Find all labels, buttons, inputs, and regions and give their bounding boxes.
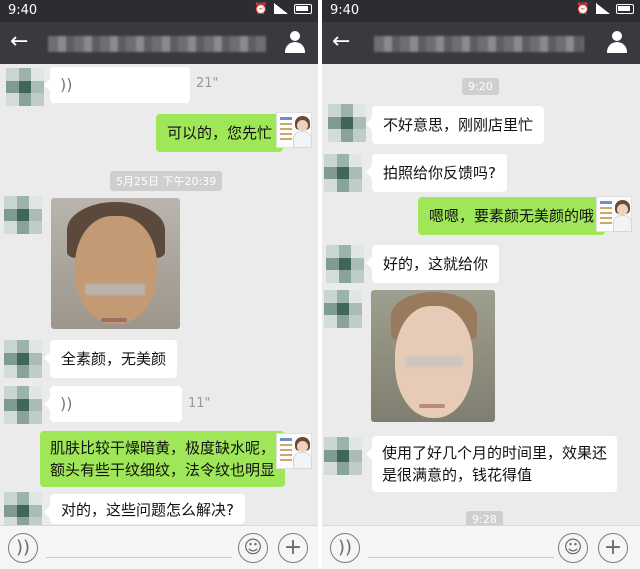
emoji-icon[interactable]: ☺ [238, 533, 268, 563]
contact-person-icon[interactable] [606, 31, 628, 53]
chat-input-bar: )) ☺ + [0, 525, 318, 569]
voice-duration: 11" [188, 396, 211, 411]
photo-message-before[interactable] [51, 198, 180, 329]
timestamp: 9:20 [462, 78, 499, 95]
status-bar: 9:40 ⏰ [0, 0, 318, 22]
incoming-message[interactable]: 拍照给你反馈吗? [366, 154, 507, 192]
message-line: 使用了好几个月的时间里，效果还 [382, 444, 608, 462]
incoming-message[interactable]: 好的，这就给你 [365, 245, 500, 283]
signal-icon [274, 3, 288, 14]
voice-duration: 21" [196, 76, 219, 91]
contact-avatar[interactable] [324, 154, 362, 192]
doctor-avatar[interactable] [596, 196, 632, 232]
contact-avatar[interactable] [6, 68, 44, 106]
timestamp: 5月25日 下午20:39 [110, 171, 223, 191]
contact-person-icon[interactable] [284, 31, 306, 53]
chat-title-bar: ← [322, 22, 640, 64]
contact-avatar[interactable] [324, 437, 362, 475]
voice-toggle-icon[interactable]: )) [8, 533, 38, 563]
message-line: 额头有些干纹细纹，法令纹也明显 [50, 461, 276, 479]
message-line: 肌肤比较干燥暗黄，极度缺水呢， [50, 439, 276, 457]
message-line: 是很满意的，钱花得值 [382, 466, 533, 484]
message-input[interactable] [368, 557, 554, 558]
incoming-message[interactable]: 使用了好几个月的时间里，效果还 是很满意的，钱花得值 [365, 436, 618, 492]
photo-message-after[interactable] [371, 290, 495, 422]
doctor-avatar[interactable] [276, 112, 312, 148]
status-time: 9:40 [330, 3, 360, 18]
plus-icon[interactable]: + [598, 533, 628, 563]
status-bar: 9:40 ⏰ [322, 0, 640, 22]
back-arrow-icon[interactable]: ← [332, 31, 350, 53]
voice-wave-icon: )) [60, 394, 73, 413]
plus-icon[interactable]: + [278, 533, 308, 563]
contact-avatar[interactable] [326, 245, 364, 283]
contact-avatar[interactable] [4, 196, 42, 234]
incoming-message[interactable]: 不好意思，刚刚店里忙 [365, 106, 545, 144]
signal-icon [596, 3, 610, 14]
status-time: 9:40 [8, 3, 38, 18]
chat-panel-right: 9:40 ⏰ ← 9:20 不好意思，刚刚店里忙 拍照给你反馈吗? 嗯嗯，要素颜… [322, 0, 640, 569]
chat-title-blurred [48, 36, 266, 52]
outgoing-message[interactable]: 嗯嗯，要素颜无美颜的哦 [418, 197, 612, 235]
contact-avatar[interactable] [324, 290, 362, 328]
chat-panel-left: 9:40 ⏰ ← )) 21" 可以的，您先忙 5月25日 下午20:39 全素… [0, 0, 318, 569]
battery-icon [294, 3, 312, 14]
message-input[interactable] [46, 557, 232, 558]
outgoing-message[interactable]: 可以的，您先忙 [156, 114, 290, 152]
contact-avatar[interactable] [328, 104, 366, 142]
voice-message[interactable]: )) [44, 67, 190, 103]
voice-toggle-icon[interactable]: )) [330, 533, 360, 563]
outgoing-message[interactable]: 肌肤比较干燥暗黄，极度缺水呢， 额头有些干纹细纹，法令纹也明显 [40, 431, 292, 487]
voice-message[interactable]: )) [44, 386, 182, 422]
chat-title-bar: ← [0, 22, 318, 64]
alarm-icon: ⏰ [576, 2, 590, 15]
alarm-icon: ⏰ [254, 2, 268, 15]
back-arrow-icon[interactable]: ← [10, 31, 28, 53]
incoming-message[interactable]: 对的，这些问题怎么解决? [44, 494, 245, 524]
face-shape [75, 216, 157, 324]
contact-avatar[interactable] [4, 340, 42, 378]
emoji-icon[interactable]: ☺ [558, 533, 588, 563]
doctor-avatar[interactable] [276, 433, 312, 469]
battery-icon [616, 3, 634, 14]
voice-wave-icon: )) [60, 75, 73, 94]
incoming-message[interactable]: 全素颜，无美颜 [43, 340, 178, 378]
status-icons: ⏰ [254, 3, 312, 14]
eyes-blurred [405, 356, 463, 367]
chat-input-bar: )) ☺ + [322, 525, 640, 569]
eyes-blurred [85, 284, 145, 295]
contact-avatar[interactable] [4, 386, 42, 424]
status-icons: ⏰ [576, 3, 634, 14]
chat-title-blurred [374, 36, 584, 52]
